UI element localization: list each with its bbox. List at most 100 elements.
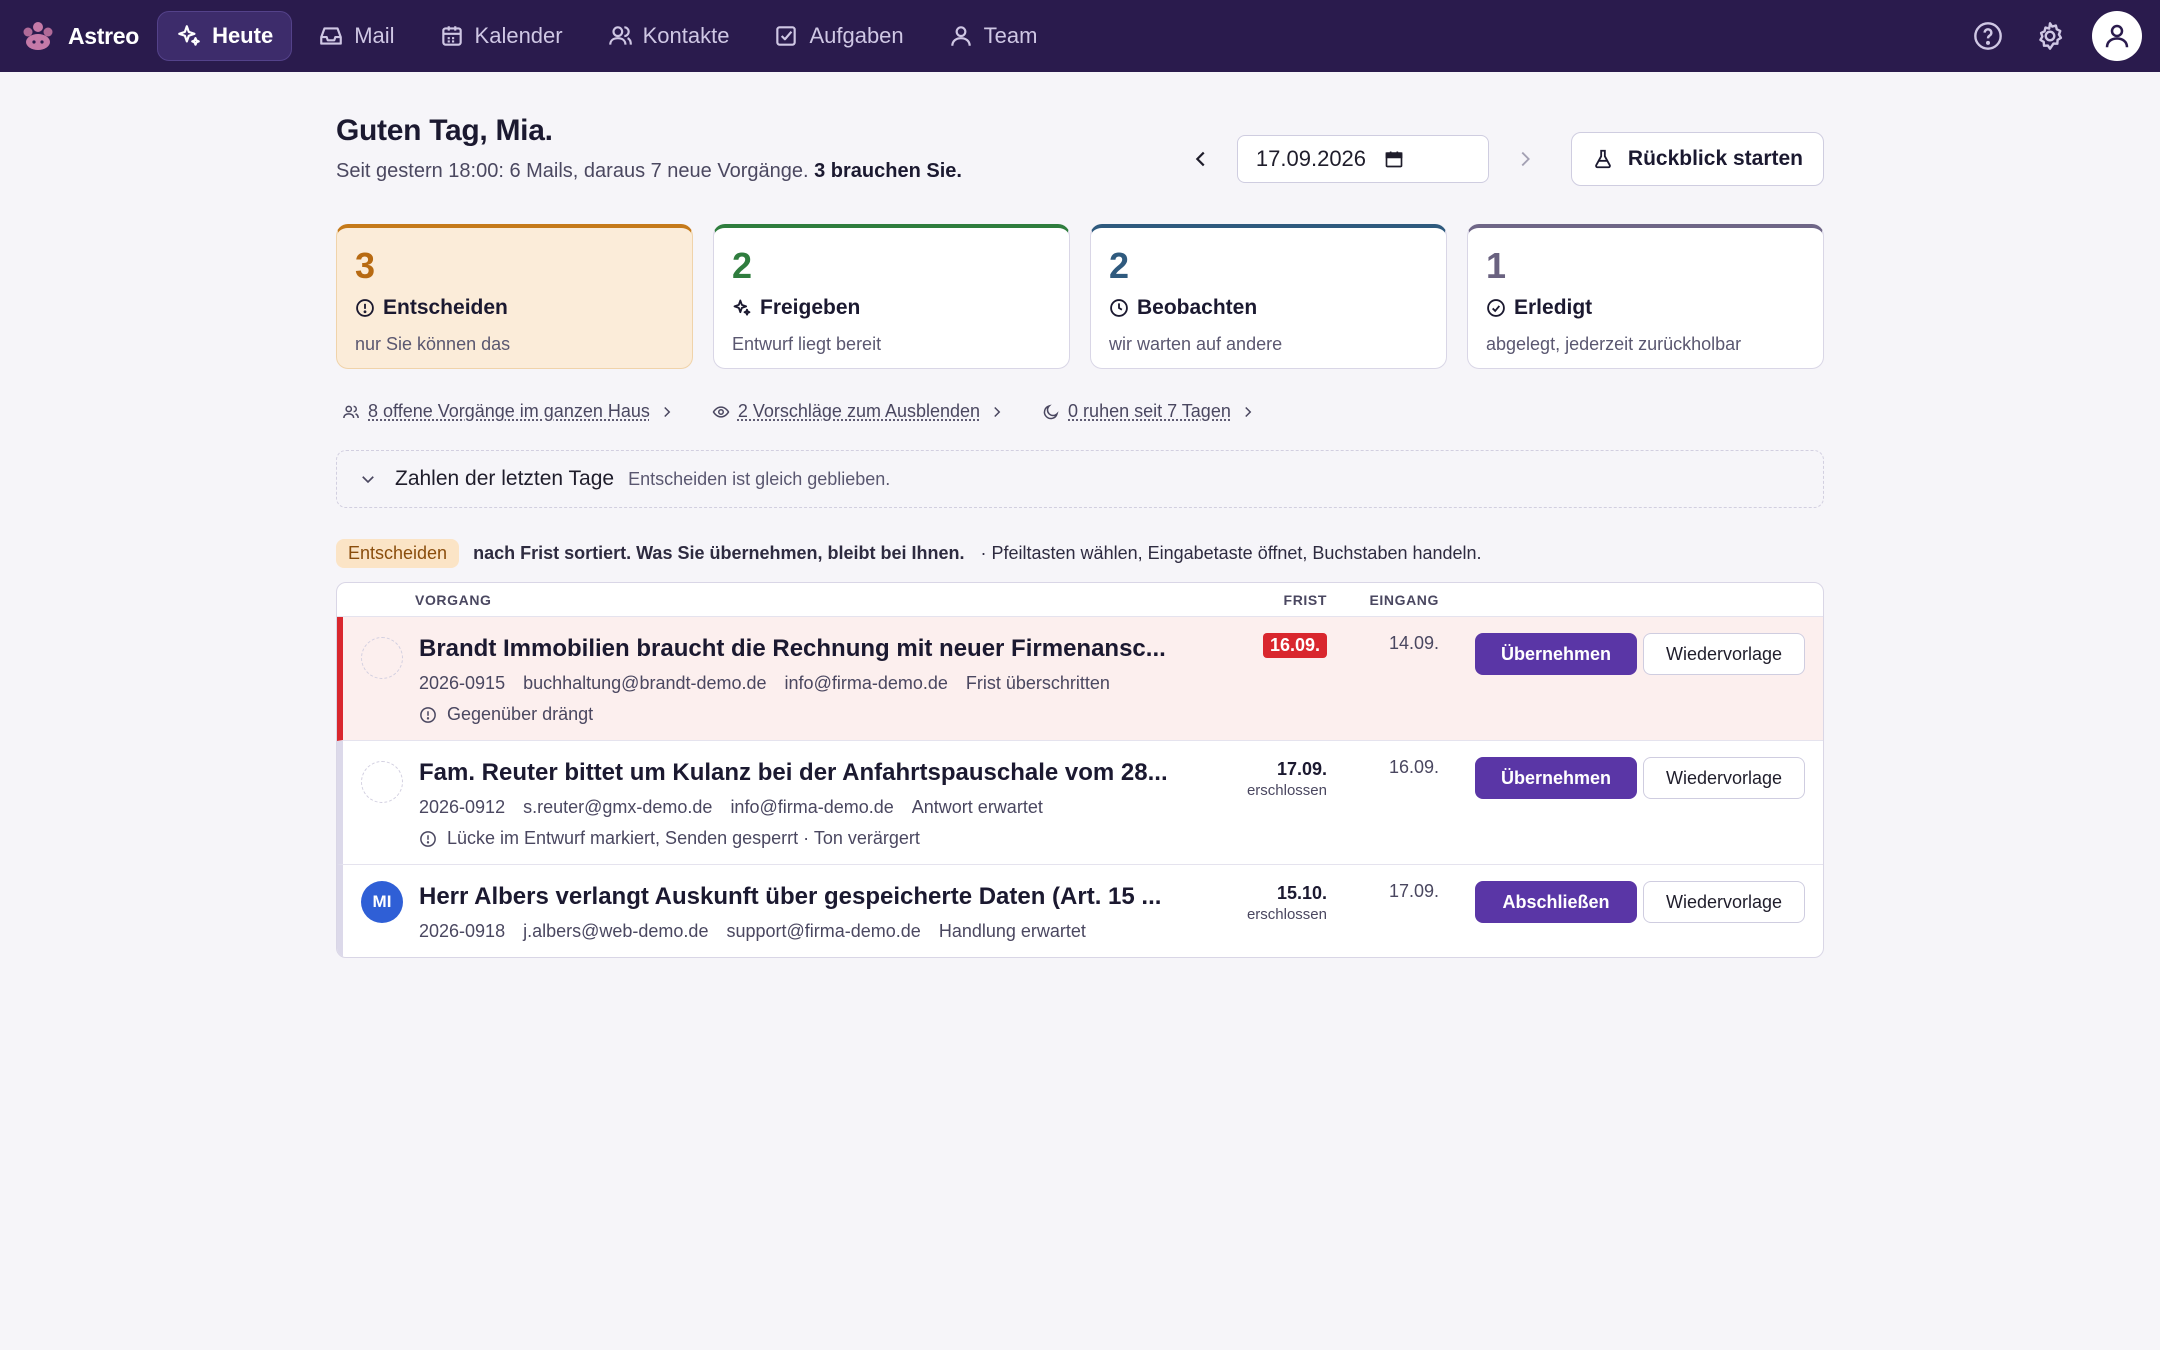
date-value: 17.09.2026 bbox=[1255, 146, 1367, 171]
link-resting-cases[interactable]: 0 ruhen seit 7 Tagen bbox=[1042, 401, 1257, 422]
contacts-icon bbox=[608, 26, 632, 45]
subtitle-text: Seit gestern 18:00: 6 Mails, daraus 7 ne… bbox=[336, 160, 809, 182]
case-id: 2026-0915 bbox=[419, 673, 506, 693]
resubmission-button[interactable]: Wiedervorlage bbox=[1643, 881, 1805, 923]
row-select-circle[interactable] bbox=[361, 637, 403, 679]
card-title-label: Erledigt bbox=[1514, 296, 1593, 319]
sparkle-icon bbox=[178, 25, 200, 46]
nav-label: Aufgaben bbox=[809, 23, 904, 48]
page-subtitle: Seit gestern 18:00: 6 Mails, daraus 7 ne… bbox=[336, 160, 962, 183]
row-subject[interactable]: Herr Albers verlangt Auskunft über gespe… bbox=[419, 883, 1179, 911]
deadline-value: 17.09. bbox=[1276, 759, 1327, 779]
resubmission-button[interactable]: Wiedervorlage bbox=[1643, 633, 1805, 675]
row-subject[interactable]: Brandt Immobilien braucht die Rechnung m… bbox=[419, 635, 1179, 663]
date-field[interactable]: 17.09.2026 bbox=[1236, 135, 1489, 183]
recent-numbers-toggle[interactable]: Zahlen der letzten Tage Entscheiden ist … bbox=[336, 450, 1824, 508]
table-row[interactable]: Brandt Immobilien braucht die Rechnung m… bbox=[337, 617, 1823, 741]
brand[interactable]: Astreo bbox=[20, 18, 139, 54]
moon-icon bbox=[1043, 403, 1059, 419]
numbers-hint: Entscheiden ist gleich geblieben. bbox=[628, 468, 891, 489]
nav-item-heute[interactable]: Heute bbox=[157, 11, 293, 61]
sort-info: Entscheiden nach Frist sortiert. Was Sie… bbox=[336, 538, 1824, 568]
table-row[interactable]: MI Herr Albers verlangt Auskunft über ge… bbox=[337, 865, 1823, 957]
card-title: Freigeben bbox=[732, 296, 1051, 320]
case-id: 2026-0918 bbox=[419, 921, 506, 941]
card-count: 2 bbox=[732, 245, 753, 286]
recipient-email: info@firma-demo.de bbox=[784, 673, 948, 693]
case-status: Frist überschritten bbox=[965, 673, 1110, 693]
note-text: Lücke im Entwurf markiert, Senden gesper… bbox=[447, 828, 920, 848]
help-button[interactable] bbox=[1968, 16, 2008, 56]
settings-button[interactable] bbox=[2030, 16, 2070, 56]
case-status: Antwort erwartet bbox=[911, 797, 1043, 817]
deadline-source: erschlossen bbox=[1246, 906, 1327, 923]
link-label: 8 offene Vorgänge im ganzen Haus bbox=[368, 401, 650, 421]
nav-label: Mail bbox=[354, 23, 395, 48]
card-desc: Entwurf liegt bereit bbox=[732, 334, 882, 354]
row-deadline: 16.09. bbox=[1215, 617, 1327, 740]
page-title: Guten Tag, Mia. bbox=[336, 114, 553, 147]
nav-label: Kalender bbox=[474, 23, 563, 48]
sender-email: j.albers@web-demo.de bbox=[523, 921, 709, 941]
checkbox-icon bbox=[776, 26, 797, 46]
calendar-icon[interactable] bbox=[1384, 149, 1404, 169]
nav-item-aufgaben[interactable]: Aufgaben bbox=[755, 11, 921, 61]
link-open-cases[interactable]: 8 offene Vorgänge im ganzen Haus bbox=[342, 401, 676, 422]
sparkle-icon bbox=[733, 299, 751, 316]
user-icon bbox=[2105, 24, 2129, 48]
card-entscheiden[interactable]: 3 Entscheiden nur Sie können das bbox=[336, 224, 693, 369]
keyboard-hint: · Pfeiltasten wählen, Eingabetaste öffne… bbox=[980, 542, 1482, 563]
card-erledigt[interactable]: 1 Erledigt abgelegt, jederzeit zurückhol… bbox=[1467, 224, 1824, 369]
column-header-eingang[interactable]: EINGANG bbox=[1327, 592, 1439, 608]
nav-item-mail[interactable]: Mail bbox=[300, 11, 412, 61]
greeting: Guten Tag, Mia. Seit gestern 18:00: 6 Ma… bbox=[336, 114, 962, 183]
subtitle-strong: 3 brauchen Sie. bbox=[814, 160, 962, 182]
card-desc: nur Sie können das bbox=[355, 334, 511, 354]
card-desc: abgelegt, jederzeit zurückholbar bbox=[1486, 334, 1742, 354]
row-received: 17.09. bbox=[1388, 881, 1439, 901]
nav-item-kontakte[interactable]: Kontakte bbox=[589, 11, 748, 61]
assignee-avatar: MI bbox=[361, 881, 403, 923]
clock-icon bbox=[1110, 299, 1128, 317]
deadline-value: 15.10. bbox=[1276, 883, 1327, 903]
user-icon bbox=[950, 26, 971, 46]
card-count: 1 bbox=[1486, 245, 1507, 286]
take-over-button[interactable]: Übernehmen bbox=[1475, 633, 1637, 675]
numbers-label: Zahlen der letzten Tage bbox=[395, 467, 615, 490]
deadline-source: erschlossen bbox=[1246, 782, 1327, 799]
row-deadline: 17.09. erschlossen bbox=[1215, 741, 1327, 864]
info-circle-icon bbox=[420, 830, 436, 847]
user-avatar-button[interactable] bbox=[2092, 11, 2142, 61]
previous-day-button[interactable] bbox=[1181, 139, 1221, 179]
users-icon bbox=[343, 405, 359, 418]
help-circle-icon bbox=[1974, 22, 2002, 50]
check-circle-icon bbox=[1487, 299, 1505, 317]
row-select-circle[interactable] bbox=[361, 761, 403, 803]
table-row[interactable]: Fam. Reuter bittet um Kulanz bei der Anf… bbox=[337, 741, 1823, 865]
start-retrospective-button[interactable]: Rückblick starten bbox=[1570, 132, 1824, 186]
nav-label: Heute bbox=[212, 23, 274, 48]
column-header-vorgang[interactable]: VORGANG bbox=[415, 592, 492, 608]
next-day-button[interactable] bbox=[1505, 139, 1545, 179]
column-header-frist[interactable]: FRIST bbox=[1237, 592, 1327, 608]
nav-item-team[interactable]: Team bbox=[930, 11, 1056, 61]
retro-label: Rückblick starten bbox=[1627, 147, 1803, 170]
take-over-button[interactable]: Übernehmen bbox=[1475, 757, 1637, 799]
card-freigeben[interactable]: 2 Freigeben Entwurf liegt bereit bbox=[713, 224, 1070, 369]
note-text: Gegenüber drängt bbox=[447, 704, 594, 724]
row-subject[interactable]: Fam. Reuter bittet um Kulanz bei der Anf… bbox=[419, 759, 1179, 787]
card-title-label: Freigeben bbox=[760, 296, 861, 319]
page-header: Guten Tag, Mia. Seit gestern 18:00: 6 Ma… bbox=[336, 114, 1824, 222]
eye-icon bbox=[712, 405, 730, 418]
nav-item-kalender[interactable]: Kalender bbox=[421, 11, 581, 61]
sort-text: nach Frist sortiert. Was Sie übernehmen,… bbox=[473, 542, 965, 563]
table-header: VORGANG FRIST EINGANG bbox=[337, 583, 1823, 617]
complete-button[interactable]: Abschließen bbox=[1475, 881, 1637, 923]
row-content: Herr Albers verlangt Auskunft über gespe… bbox=[419, 865, 1179, 957]
main-content: Guten Tag, Mia. Seit gestern 18:00: 6 Ma… bbox=[336, 72, 1824, 958]
link-hide-suggestions[interactable]: 2 Vorschläge zum Ausblenden bbox=[712, 401, 1006, 422]
chevron-down-icon bbox=[362, 476, 374, 484]
card-beobachten[interactable]: 2 Beobachten wir warten auf andere bbox=[1090, 224, 1447, 369]
astreo-logo-icon bbox=[23, 22, 53, 50]
resubmission-button[interactable]: Wiedervorlage bbox=[1643, 757, 1805, 799]
